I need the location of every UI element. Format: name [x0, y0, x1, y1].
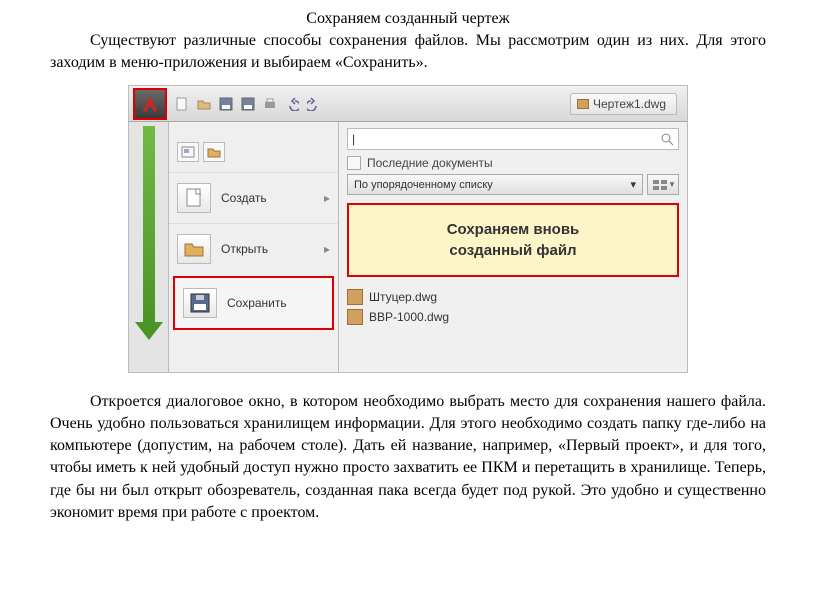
qat-icons — [173, 95, 323, 113]
recent-file-item[interactable]: BBP-1000.dwg — [347, 307, 679, 327]
menu-item-label: Создать — [221, 191, 267, 205]
app-menu-button[interactable] — [133, 88, 167, 120]
save-icon[interactable] — [217, 95, 235, 113]
new-file-icon — [177, 183, 211, 213]
callout-annotation: Сохраняем вновь созданный файл — [347, 203, 679, 277]
callout-line-2: созданный файл — [355, 240, 671, 261]
recent-docs-header: Последние документы — [347, 156, 679, 170]
chevron-down-icon: ▾ — [630, 178, 636, 191]
menu-item-label: Открыть — [221, 242, 268, 256]
menu-item-label: Сохранить — [227, 296, 287, 310]
chevron-right-icon: ▸ — [324, 242, 330, 256]
menu-item-create[interactable]: Создать ▸ — [169, 172, 338, 223]
callout-line-1: Сохраняем вновь — [355, 219, 671, 240]
pin-icon — [347, 156, 361, 170]
sort-label: По упорядоченному списку — [354, 179, 493, 191]
menu-item-open[interactable]: Открыть ▸ — [169, 223, 338, 274]
file-name: BBP-1000.dwg — [369, 310, 449, 324]
file-name: Штуцер.dwg — [369, 290, 437, 304]
intro-paragraph: Существуют различные способы сохранения … — [50, 30, 766, 73]
print-icon[interactable] — [261, 95, 279, 113]
dwg-file-icon — [347, 309, 363, 325]
right-panel: | Последние документы По упорядоченному … — [339, 122, 687, 372]
green-arrow-annotation — [143, 126, 155, 326]
open-docs-icon[interactable] — [203, 142, 225, 162]
document-tab[interactable]: Чертеж1.dwg — [570, 93, 677, 115]
menu-item-save[interactable]: Сохранить — [173, 276, 334, 330]
left-rail — [129, 122, 169, 372]
app-menu: Создать ▸ Открыть ▸ Сохранить | — [129, 122, 687, 372]
floppy-save-icon — [183, 288, 217, 318]
view-mode-button[interactable]: ▾ — [647, 174, 679, 195]
autocad-screenshot: Чертеж1.dwg Создать ▸ — [128, 85, 688, 373]
menu-column: Создать ▸ Открыть ▸ Сохранить — [169, 122, 339, 372]
open-folder-icon — [177, 234, 211, 264]
open-icon[interactable] — [195, 95, 213, 113]
page-title: Сохраняем созданный чертеж — [50, 10, 766, 28]
outro-paragraph: Откроется диалоговое окно, в котором нео… — [50, 391, 766, 523]
save-as-icon[interactable] — [239, 95, 257, 113]
quick-access-toolbar: Чертеж1.dwg — [129, 86, 687, 122]
autocad-logo-icon — [139, 93, 161, 115]
undo-icon[interactable] — [283, 95, 301, 113]
new-icon[interactable] — [173, 95, 191, 113]
recent-file-item[interactable]: Штуцер.dwg — [347, 287, 679, 307]
recent-header-label: Последние документы — [367, 156, 493, 170]
sort-dropdown[interactable]: По упорядоченному списку ▾ — [347, 174, 643, 195]
redo-icon[interactable] — [305, 95, 323, 113]
search-icon — [660, 132, 674, 146]
dwg-file-icon — [347, 289, 363, 305]
chevron-right-icon: ▸ — [324, 191, 330, 205]
search-input[interactable]: | — [347, 128, 679, 150]
recent-view-icon[interactable] — [177, 142, 199, 162]
chevron-down-icon: ▾ — [670, 179, 675, 190]
